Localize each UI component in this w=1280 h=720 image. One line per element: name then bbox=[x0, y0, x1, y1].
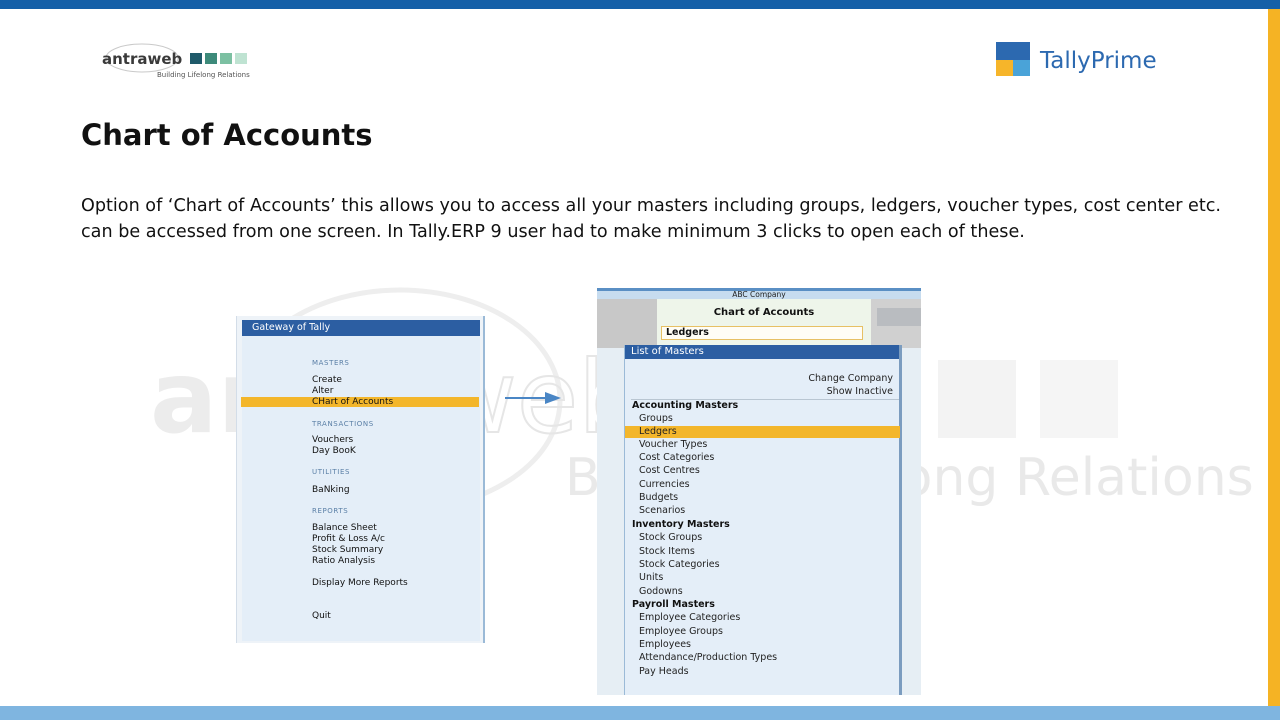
list-item[interactable]: Units bbox=[639, 572, 663, 584]
list-item[interactable]: Ledgers bbox=[639, 426, 677, 438]
menu-quit[interactable]: Quit bbox=[312, 611, 331, 622]
menu-day-book[interactable]: Day BooK bbox=[312, 446, 356, 457]
svg-text:TallyPrime: TallyPrime bbox=[1039, 48, 1157, 74]
menu-balance-sheet[interactable]: Balance Sheet bbox=[312, 523, 377, 534]
section-reports: REPORTS bbox=[312, 507, 349, 515]
list-item[interactable]: Scenarios bbox=[639, 505, 685, 517]
menu-chart-of-accounts[interactable]: CHart of Accounts bbox=[312, 397, 393, 408]
list-item[interactable]: Godowns bbox=[639, 586, 683, 598]
menu-vouchers[interactable]: Vouchers bbox=[312, 435, 353, 446]
list-item[interactable]: Cost Centres bbox=[639, 465, 700, 477]
list-item[interactable]: Currencies bbox=[639, 479, 690, 491]
change-company-button[interactable]: Change Company bbox=[808, 373, 893, 384]
chart-of-accounts-screen: ABC Company Chart of Accounts Ledgers Li… bbox=[597, 288, 921, 695]
menu-create[interactable]: Create bbox=[312, 375, 342, 386]
list-item[interactable]: Stock Categories bbox=[639, 559, 720, 571]
list-item[interactable]: Budgets bbox=[639, 492, 678, 504]
company-name: ABC Company bbox=[597, 288, 921, 299]
svg-text:Building Lifelong Relations: Building Lifelong Relations bbox=[157, 71, 250, 79]
menu-banking[interactable]: BaNking bbox=[312, 485, 350, 496]
list-item[interactable]: Stock Groups bbox=[639, 532, 702, 544]
svg-text:antraweb: antraweb bbox=[102, 50, 183, 68]
list-item[interactable]: Stock Items bbox=[639, 546, 695, 558]
list-of-masters-panel: List of Masters Change Company Show Inac… bbox=[624, 345, 902, 695]
section-accounting-masters: Accounting Masters bbox=[632, 400, 739, 411]
list-item[interactable]: Employee Categories bbox=[639, 612, 740, 624]
menu-display-more-reports[interactable]: Display More Reports bbox=[312, 578, 408, 589]
gateway-of-tally-panel: Gateway of Tally bbox=[236, 316, 485, 643]
section-utilities: UTILITIES bbox=[312, 468, 351, 476]
list-item[interactable]: Cost Categories bbox=[639, 452, 714, 464]
list-item[interactable]: Pay Heads bbox=[639, 666, 689, 678]
section-inventory-masters: Inventory Masters bbox=[632, 519, 730, 530]
screen-title: Chart of Accounts bbox=[713, 307, 815, 318]
list-item[interactable]: Voucher Types bbox=[639, 439, 707, 451]
antraweb-logo: antraweb Building Lifelong Relations bbox=[102, 43, 250, 79]
section-payroll-masters: Payroll Masters bbox=[632, 599, 715, 610]
bottom-accent-bar bbox=[0, 706, 1280, 720]
arrow-right-icon bbox=[505, 392, 561, 404]
slide-title: Chart of Accounts bbox=[81, 118, 373, 152]
menu-ratio-analysis[interactable]: Ratio Analysis bbox=[312, 556, 375, 567]
slide-description: Option of ‘Chart of Accounts’ this allow… bbox=[81, 196, 1222, 242]
menu-stock-summary[interactable]: Stock Summary bbox=[312, 545, 383, 556]
list-item[interactable]: Groups bbox=[639, 413, 673, 425]
menu-alter[interactable]: Alter bbox=[312, 386, 333, 397]
right-accent-bar bbox=[1268, 9, 1280, 706]
list-item[interactable]: Attendance/Production Types bbox=[639, 652, 777, 664]
list-of-masters-title: List of Masters bbox=[625, 345, 899, 359]
show-inactive-button[interactable]: Show Inactive bbox=[827, 386, 893, 397]
selected-master-field[interactable]: Ledgers bbox=[661, 326, 863, 340]
gateway-menu bbox=[242, 336, 480, 641]
top-accent-bar bbox=[0, 0, 1280, 9]
gateway-title: Gateway of Tally bbox=[242, 320, 480, 336]
menu-profit-loss[interactable]: Profit & Loss A/c bbox=[312, 534, 385, 545]
section-transactions: TRANSACTIONS bbox=[312, 420, 374, 428]
tallyprime-logo: TallyPrime bbox=[996, 42, 1157, 76]
list-item[interactable]: Employee Groups bbox=[639, 626, 723, 638]
list-item[interactable]: Employees bbox=[639, 639, 691, 651]
section-masters: MASTERS bbox=[312, 359, 350, 367]
